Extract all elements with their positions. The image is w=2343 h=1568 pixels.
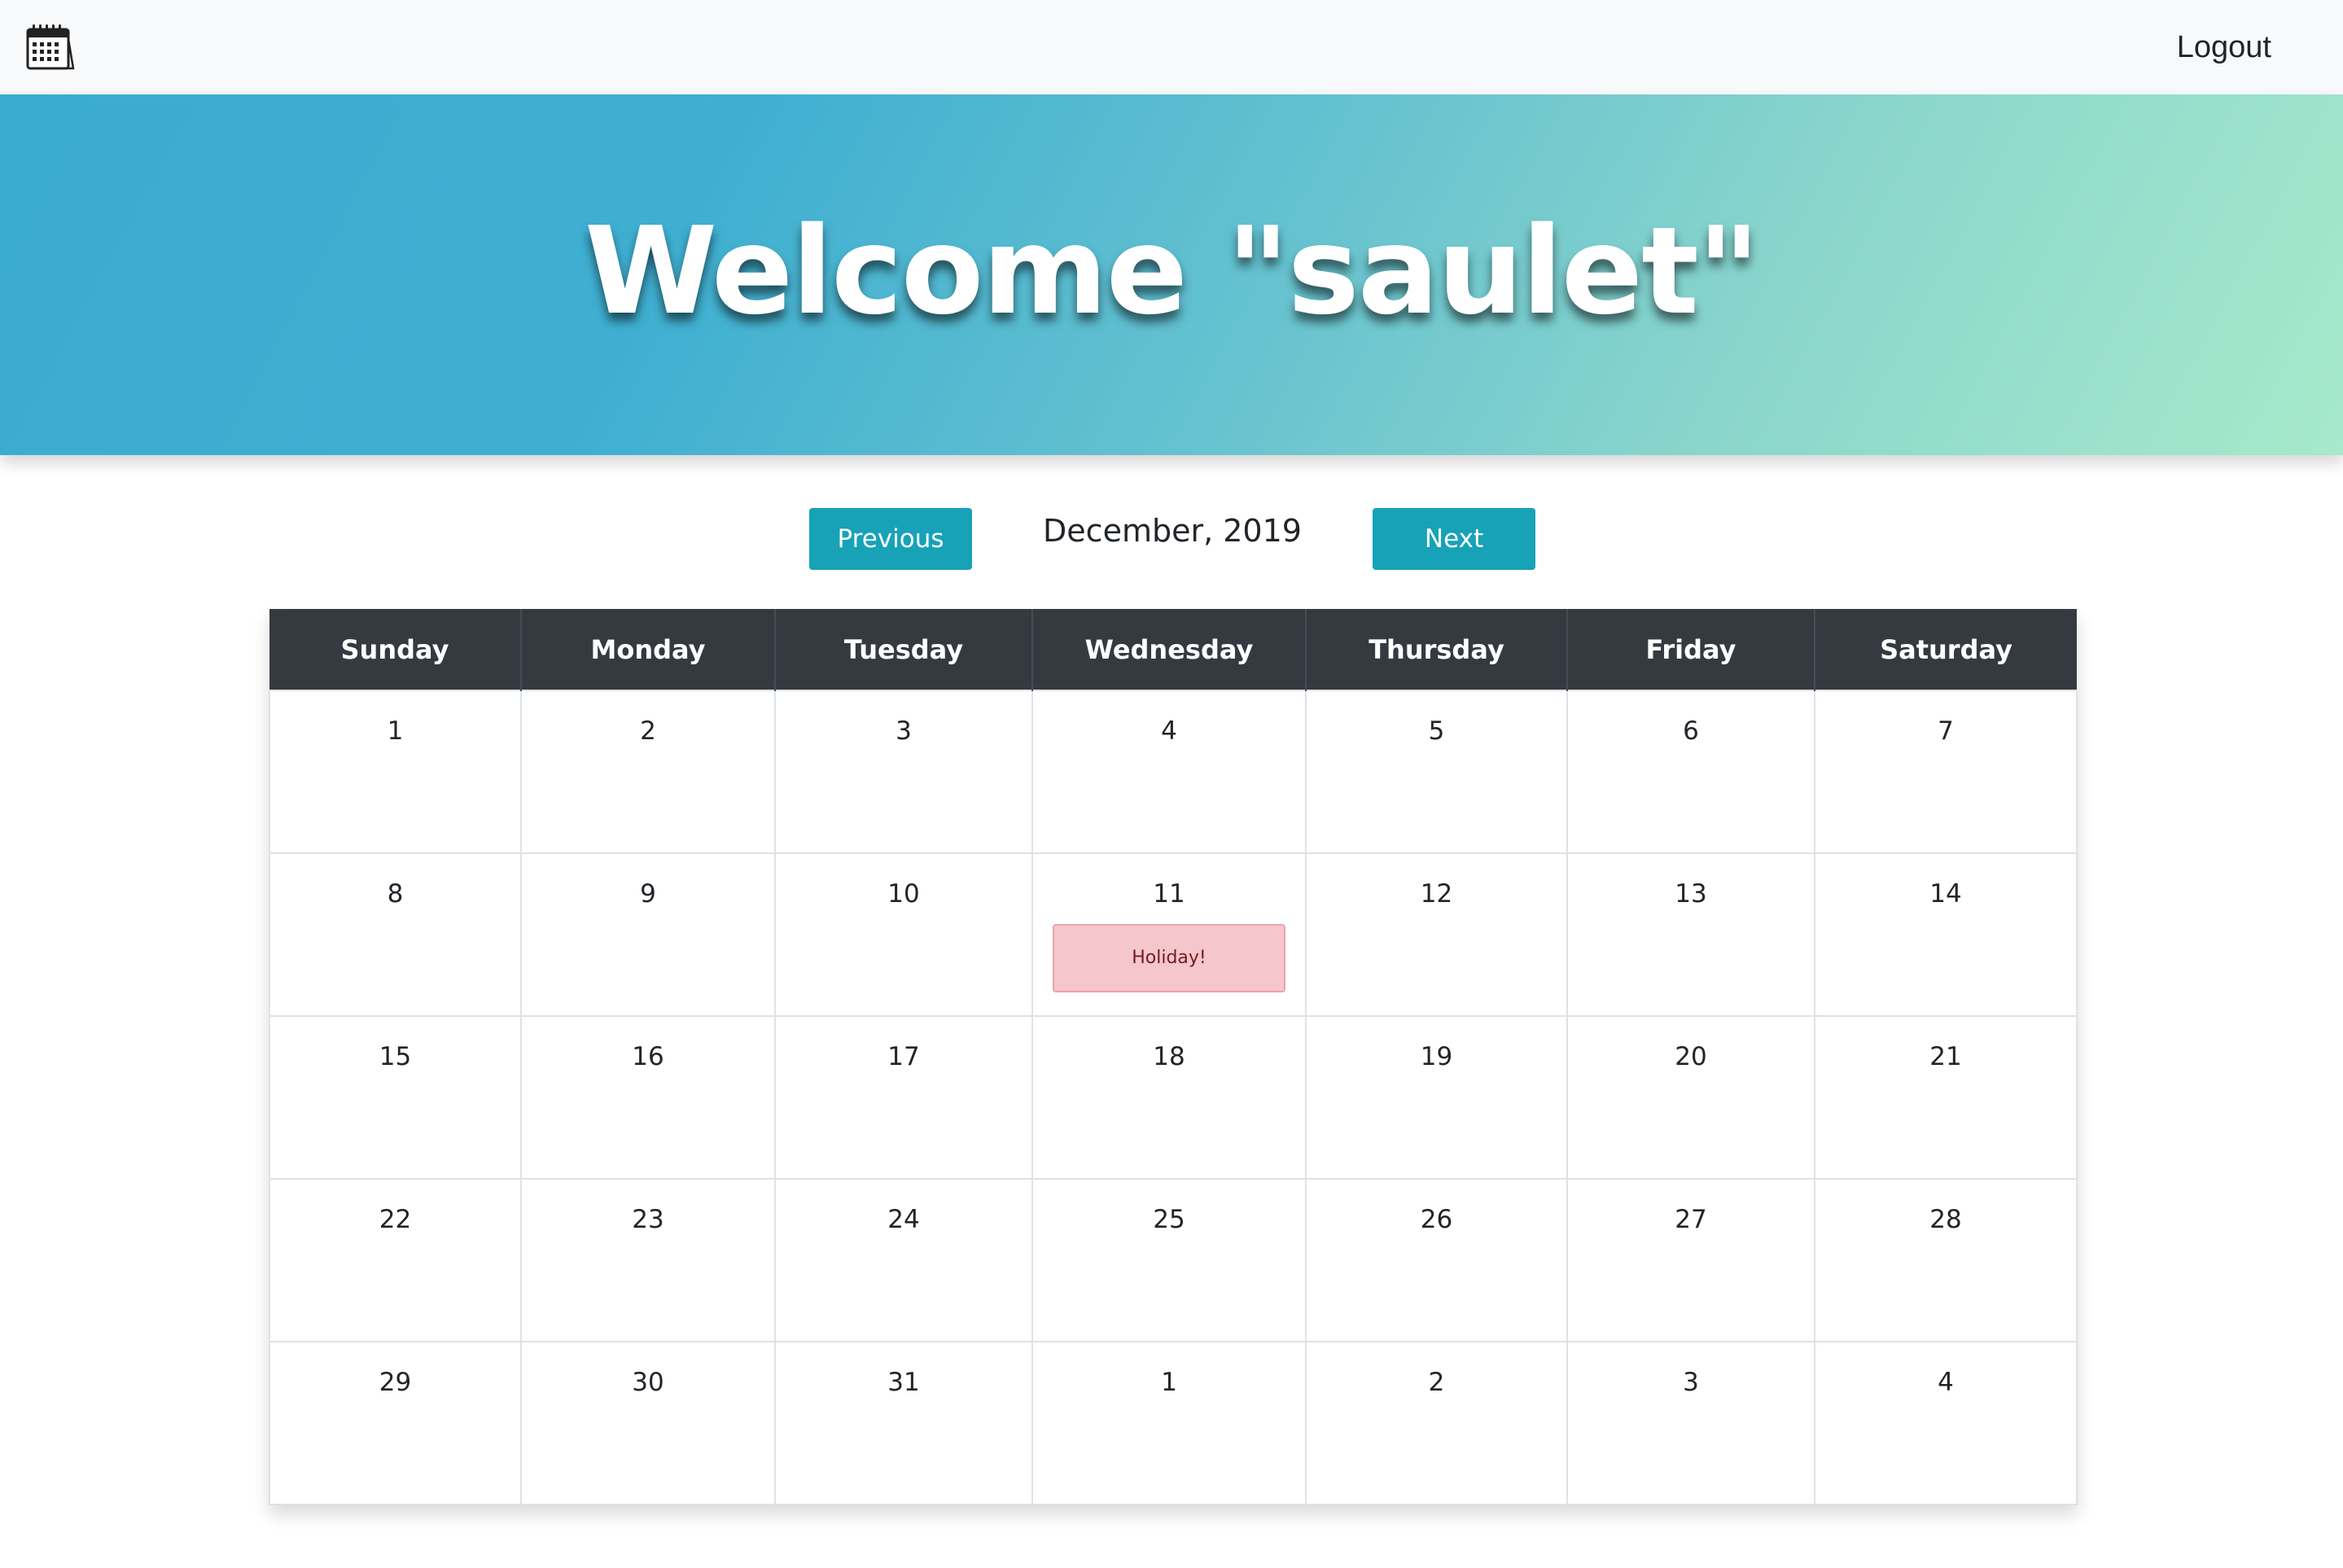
day-number: 15: [379, 1042, 412, 1071]
calendar-day-cell[interactable]: 22: [269, 1178, 522, 1342]
calendar-week-row: 8 9 10 11 Holiday! 12 13 14: [269, 852, 2078, 1017]
day-number: 20: [1675, 1042, 1707, 1071]
day-number: 1: [1161, 1368, 1177, 1397]
calendar-day-cell[interactable]: 16: [520, 1015, 776, 1180]
logout-link[interactable]: Logout: [2177, 28, 2271, 67]
calendar-day-cell[interactable]: 1: [269, 690, 522, 854]
hero-banner: Welcome "saulet": [0, 94, 2343, 455]
calendar-day-cell[interactable]: 15: [269, 1015, 522, 1180]
day-number: 4: [1938, 1368, 1954, 1397]
calendar-day-cell[interactable]: 4: [1031, 690, 1307, 854]
day-number: 6: [1683, 716, 1699, 746]
navbar: Logout: [0, 0, 2343, 94]
day-number: 3: [1683, 1368, 1699, 1397]
day-number: 10: [887, 879, 920, 909]
calendar-day-cell[interactable]: 2: [1305, 1341, 1568, 1505]
calendar-day-cell[interactable]: 4: [1814, 1341, 2078, 1505]
welcome-title: Welcome "saulet": [584, 200, 1760, 341]
calendar-day-cell[interactable]: 31: [774, 1341, 1033, 1505]
calendar-body: 1 2 3 4 5 6 7 8 9 10 11 Holiday! 12 13 14 15 16 17 18 19 20 2…: [269, 690, 2078, 1505]
day-number: 23: [632, 1205, 664, 1234]
calendar-day-cell[interactable]: 24: [774, 1178, 1033, 1342]
day-number: 19: [1420, 1042, 1453, 1071]
calendar-day-cell[interactable]: 9: [520, 852, 776, 1017]
calendar-day-cell[interactable]: 23: [520, 1178, 776, 1342]
calendar-day-cell[interactable]: 5: [1305, 690, 1568, 854]
calendar-day-cell[interactable]: 25: [1031, 1178, 1307, 1342]
calendar-week-row: 15 16 17 18 19 20 21: [269, 1015, 2078, 1180]
calendar-day-cell[interactable]: 7: [1814, 690, 2078, 854]
weekday-saturday: Saturday: [1814, 609, 2077, 690]
day-number: 14: [1929, 879, 1962, 909]
calendar-day-cell[interactable]: 26: [1305, 1178, 1568, 1342]
calendar-week-row: 29 30 31 1 2 3 4: [269, 1341, 2078, 1505]
calendar-day-cell[interactable]: 29: [269, 1341, 522, 1505]
day-number: 5: [1428, 716, 1445, 746]
day-number: 7: [1938, 716, 1954, 746]
calendar-week-row: 1 2 3 4 5 6 7: [269, 690, 2078, 854]
day-number: 22: [379, 1205, 412, 1234]
day-number: 30: [632, 1368, 664, 1397]
weekday-header-row: Sunday Monday Tuesday Wednesday Thursday…: [269, 609, 2077, 690]
day-number: 12: [1420, 879, 1453, 909]
weekday-sunday: Sunday: [269, 609, 521, 690]
calendar-day-cell[interactable]: 13: [1566, 852, 1815, 1017]
weekday-tuesday: Tuesday: [774, 609, 1032, 690]
calendar-day-cell[interactable]: 27: [1566, 1178, 1815, 1342]
day-number: 21: [1929, 1042, 1962, 1071]
calendar-day-cell[interactable]: 17: [774, 1015, 1033, 1180]
day-number: 26: [1420, 1205, 1453, 1234]
calendar-day-cell[interactable]: 18: [1031, 1015, 1307, 1180]
day-number: 11: [1153, 879, 1185, 909]
calendar-week-row: 22 23 24 25 26 27 28: [269, 1178, 2078, 1342]
calendar-day-cell[interactable]: 28: [1814, 1178, 2078, 1342]
calendar-day-cell[interactable]: 19: [1305, 1015, 1568, 1180]
weekday-friday: Friday: [1566, 609, 1815, 690]
day-number: 27: [1675, 1205, 1707, 1234]
calendar-icon[interactable]: [24, 21, 77, 73]
day-number: 24: [887, 1205, 920, 1234]
day-number: 25: [1153, 1205, 1185, 1234]
day-number: 1: [387, 716, 404, 746]
calendar-day-cell[interactable]: 6: [1566, 690, 1815, 854]
calendar-day-cell[interactable]: 2: [520, 690, 776, 854]
calendar-day-cell[interactable]: 20: [1566, 1015, 1815, 1180]
day-number: 13: [1675, 879, 1707, 909]
calendar-day-cell[interactable]: 3: [1566, 1341, 1815, 1505]
day-number: 3: [896, 716, 912, 746]
month-navigation: Previous December, 2019 Next: [0, 508, 2343, 570]
day-number: 4: [1161, 716, 1177, 746]
day-number: 16: [632, 1042, 664, 1071]
calendar-day-cell[interactable]: 10: [774, 852, 1033, 1017]
weekday-wednesday: Wednesday: [1031, 609, 1306, 690]
weekday-thursday: Thursday: [1305, 609, 1567, 690]
calendar-day-cell[interactable]: 14: [1814, 852, 2078, 1017]
calendar-day-cell[interactable]: 8: [269, 852, 522, 1017]
day-number: 2: [640, 716, 656, 746]
day-number: 2: [1428, 1368, 1445, 1397]
day-number: 17: [887, 1042, 920, 1071]
event-badge[interactable]: Holiday!: [1053, 924, 1285, 992]
calendar-day-cell[interactable]: 3: [774, 690, 1033, 854]
calendar-day-cell[interactable]: 30: [520, 1341, 776, 1505]
day-number: 8: [387, 879, 404, 909]
day-number: 18: [1153, 1042, 1185, 1071]
previous-button[interactable]: Previous: [809, 508, 972, 570]
day-number: 9: [640, 879, 656, 909]
current-month-label: December, 2019: [1043, 513, 1302, 549]
calendar-grid: Sunday Monday Tuesday Wednesday Thursday…: [269, 609, 2078, 1505]
calendar-day-cell[interactable]: 21: [1814, 1015, 2078, 1180]
next-button[interactable]: Next: [1373, 508, 1535, 570]
calendar-day-cell[interactable]: 1: [1031, 1341, 1307, 1505]
day-number: 29: [379, 1368, 412, 1397]
day-number: 31: [887, 1368, 920, 1397]
weekday-monday: Monday: [520, 609, 775, 690]
calendar-day-cell[interactable]: 12: [1305, 852, 1568, 1017]
day-number: 28: [1929, 1205, 1962, 1234]
calendar-day-cell[interactable]: 11 Holiday!: [1031, 852, 1307, 1017]
